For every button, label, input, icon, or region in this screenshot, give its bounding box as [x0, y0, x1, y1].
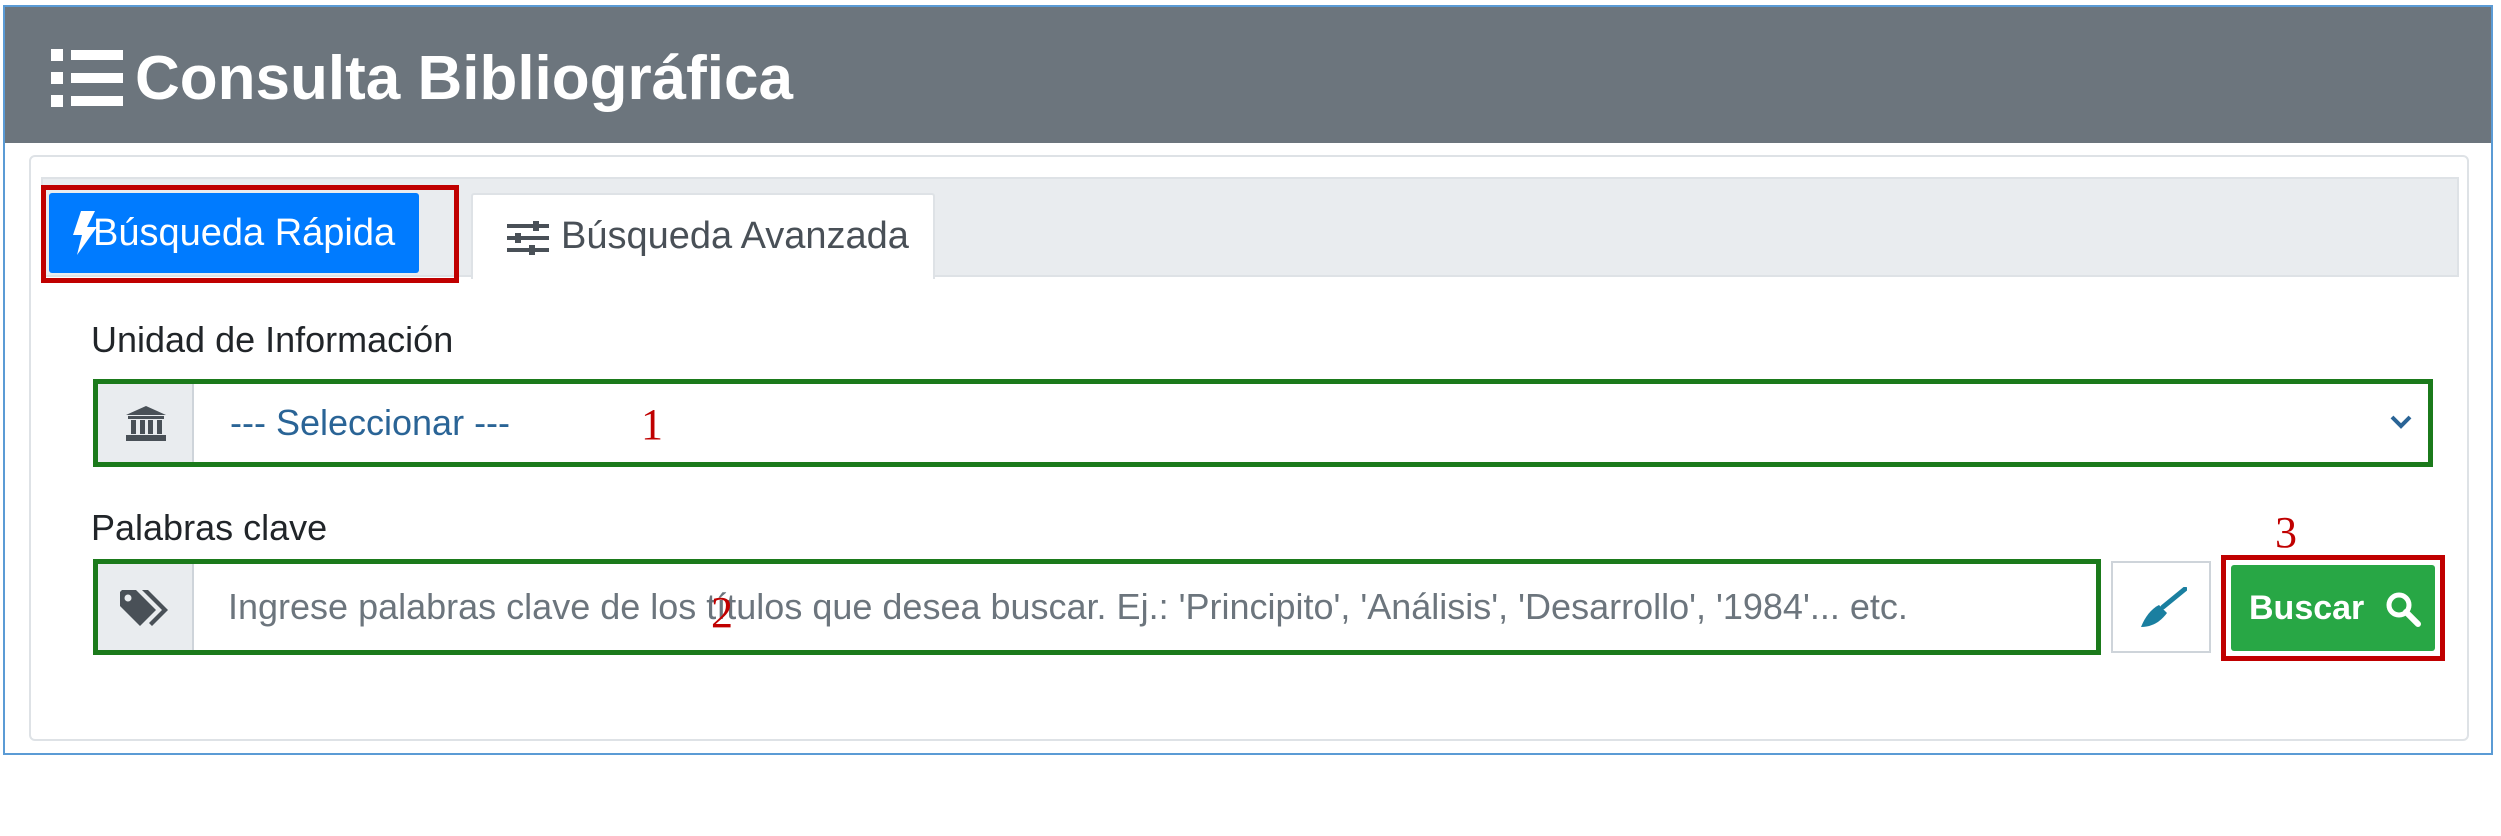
keywords-input[interactable]	[194, 564, 2092, 650]
unidad-select[interactable]: --- Seleccionar ---	[93, 379, 2433, 467]
search-button-label: Buscar	[2249, 589, 2365, 627]
annotation-marker-3: 3	[2275, 508, 2297, 557]
unidad-label: Unidad de Información	[91, 319, 454, 360]
keywords-addon	[98, 564, 194, 650]
tab-busqueda-rapida-label: Búsqueda Rápida	[93, 212, 396, 254]
tab-busqueda-avanzada-label: Búsqueda Avanzada	[561, 215, 909, 257]
annotation-marker-2: 2	[711, 588, 733, 637]
sliders-icon	[507, 221, 549, 255]
search-card: Búsqueda Rápida Búsqueda Avanzada Unidad…	[29, 155, 2469, 741]
bolt-icon	[73, 211, 97, 255]
keywords-label: Palabras clave	[91, 507, 328, 548]
search-icon	[2386, 592, 2421, 627]
unidad-selected-value: --- Seleccionar ---	[230, 402, 511, 443]
tab-busqueda-rapida[interactable]: Búsqueda Rápida	[49, 193, 419, 273]
tags-icon	[120, 590, 168, 626]
tab-busqueda-avanzada[interactable]: Búsqueda Avanzada	[471, 193, 935, 279]
unidad-addon	[98, 384, 194, 462]
list-icon	[51, 49, 123, 107]
clear-button[interactable]	[2111, 561, 2211, 653]
broom-icon	[2141, 587, 2187, 627]
app-frame: Consulta Bibliográfica Búsqueda Rápida B…	[3, 5, 2493, 755]
keywords-field-group	[93, 559, 2101, 655]
search-button[interactable]: Buscar	[2231, 565, 2435, 651]
chevron-down-icon[interactable]	[2388, 412, 2414, 432]
page-header: Consulta Bibliográfica	[5, 7, 2491, 143]
building-icon	[126, 406, 166, 441]
page-title: Consulta Bibliográfica	[135, 44, 793, 113]
annotation-marker-1: 1	[641, 400, 663, 449]
